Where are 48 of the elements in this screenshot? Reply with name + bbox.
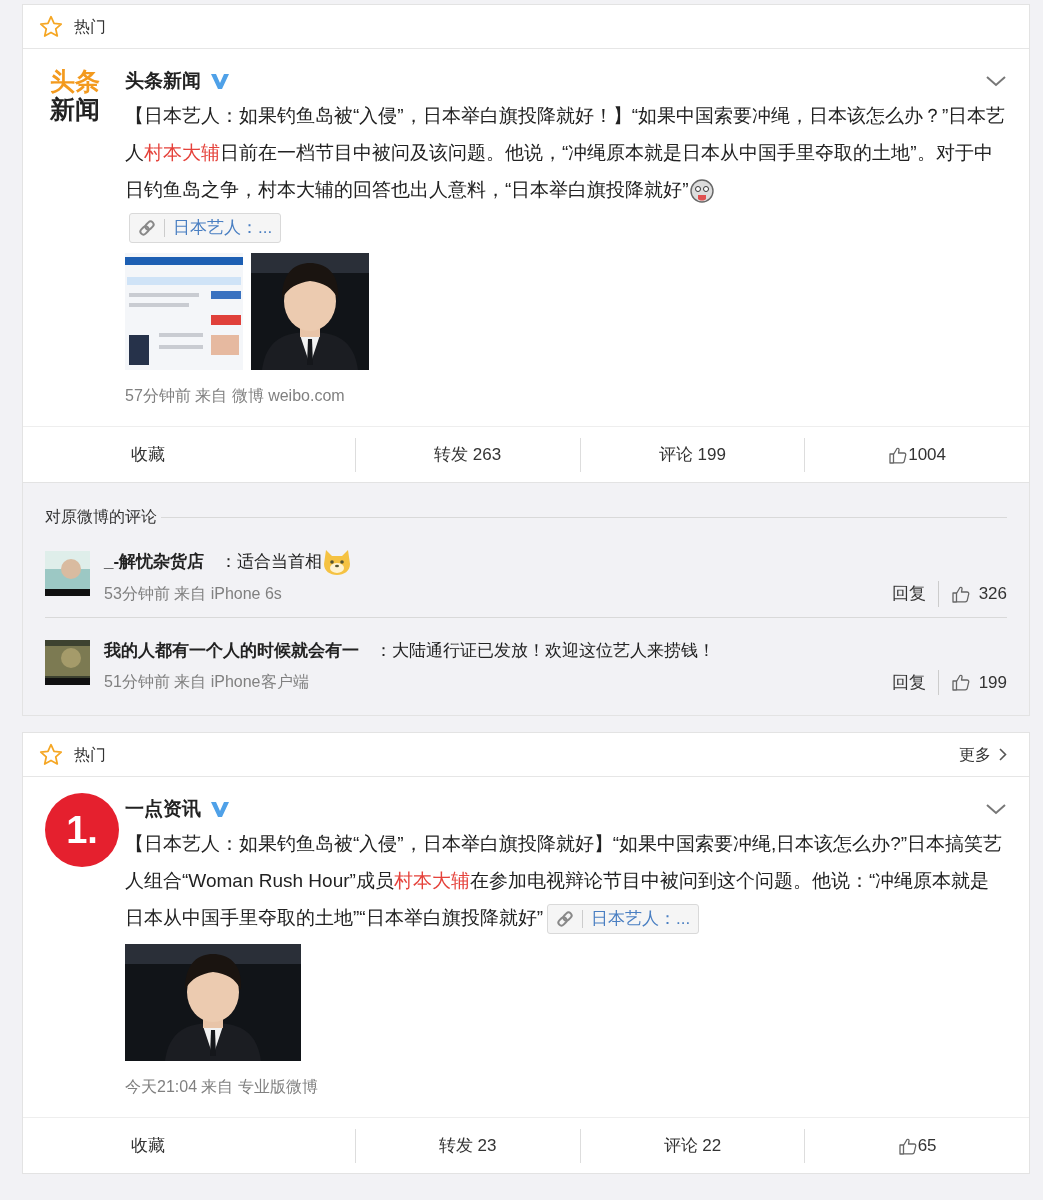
- chevron-down-icon[interactable]: [985, 74, 1007, 88]
- like-button[interactable]: 1004: [888, 441, 947, 468]
- reply-button[interactable]: 回复: [891, 581, 939, 607]
- logo-text: 头条: [50, 67, 100, 95]
- thumbs-up-icon: [950, 672, 971, 693]
- star-icon: [38, 741, 64, 768]
- action-button[interactable]: 收藏: [131, 1132, 165, 1159]
- author-name[interactable]: 头条新闻: [125, 66, 201, 96]
- action-button[interactable]: 收藏: [131, 441, 165, 468]
- comment-text: ：适合当首相: [220, 551, 323, 574]
- like-button[interactable]: 65: [897, 1132, 937, 1159]
- action-button[interactable]: 评论 22: [663, 1132, 722, 1159]
- like-button[interactable]: 199: [950, 669, 1007, 695]
- comment-user[interactable]: _-解忧杂货店: [104, 549, 205, 575]
- link-icon: [556, 910, 574, 928]
- avatar-logo[interactable]: 头条 新闻: [45, 65, 105, 125]
- emoji-icon: [688, 178, 715, 204]
- link-icon: [138, 219, 156, 237]
- reply-button[interactable]: 回复: [891, 669, 939, 695]
- comments-title: 对原微博的评论: [45, 507, 157, 527]
- chevron-right-icon: [999, 748, 1007, 761]
- comment-meta: 51分钟前 来自 iPhone客户端: [104, 672, 309, 693]
- user-avatar[interactable]: [45, 639, 90, 685]
- author-name[interactable]: 一点资讯: [125, 794, 201, 824]
- section-label: 热门: [74, 744, 106, 765]
- chevron-down-icon[interactable]: [985, 802, 1007, 816]
- comment-text: ：大陆通行证已发放！欢迎这位艺人来捞钱！: [375, 639, 715, 662]
- action-button[interactable]: 转发 263: [434, 441, 502, 468]
- user-avatar[interactable]: [45, 551, 90, 596]
- comment-user[interactable]: 我的人都有一个人的时候就会有一: [104, 637, 359, 664]
- post-text: 【日本艺人：如果钓鱼岛被“入侵”，日本举白旗投降就好】“如果中国索要冲绳,日本该怎么办?”日本搞笑艺人组合“Woman Rush Hour”成员村本大辅在参加电视辩论节目中被问到这个问题。他说：“冲绳原本就是日本从中国手里夺取的土地”“日本举白旗投降就好” 日本艺人：...: [125, 825, 1007, 936]
- action-button[interactable]: 评论 199: [658, 441, 726, 468]
- action-button[interactable]: 转发 23: [438, 1132, 497, 1159]
- link-chip[interactable]: 日本艺人：...: [129, 213, 282, 243]
- section-label: 热门: [74, 16, 106, 37]
- mention-link[interactable]: 村本大辅: [144, 142, 220, 163]
- like-button[interactable]: 326: [950, 581, 1007, 607]
- mention-link[interactable]: 村本大辅: [393, 870, 470, 891]
- logo-text: 新闻: [50, 95, 100, 123]
- star-icon: [38, 13, 64, 40]
- post-text: 【日本艺人：如果钓鱼岛被“入侵”，日本举白旗投降就好！】“如果中国索要冲绳，日本该怎么办？”日本艺人村本大辅日前在一档节目中被问及该问题。他说，“冲绳原本就是日本从中国手里夺取的土地”。对于中日钓鱼岛之争，村本大辅的回答也出人意料，“日本举白旗投降就好” 日本艺人：...: [125, 97, 1007, 245]
- more-link[interactable]: 更多: [959, 742, 1007, 767]
- dog-face-icon: [322, 547, 353, 577]
- post-meta: 今天21:04 来自 专业版微博: [125, 1077, 319, 1097]
- post-meta: 57分钟前 来自 微博 weibo.com: [125, 386, 346, 406]
- avatar-logo[interactable]: 1.: [45, 793, 119, 867]
- comment-meta: 53分钟前 来自 iPhone 6s: [104, 583, 282, 604]
- link-chip[interactable]: 日本艺人：...: [547, 904, 700, 934]
